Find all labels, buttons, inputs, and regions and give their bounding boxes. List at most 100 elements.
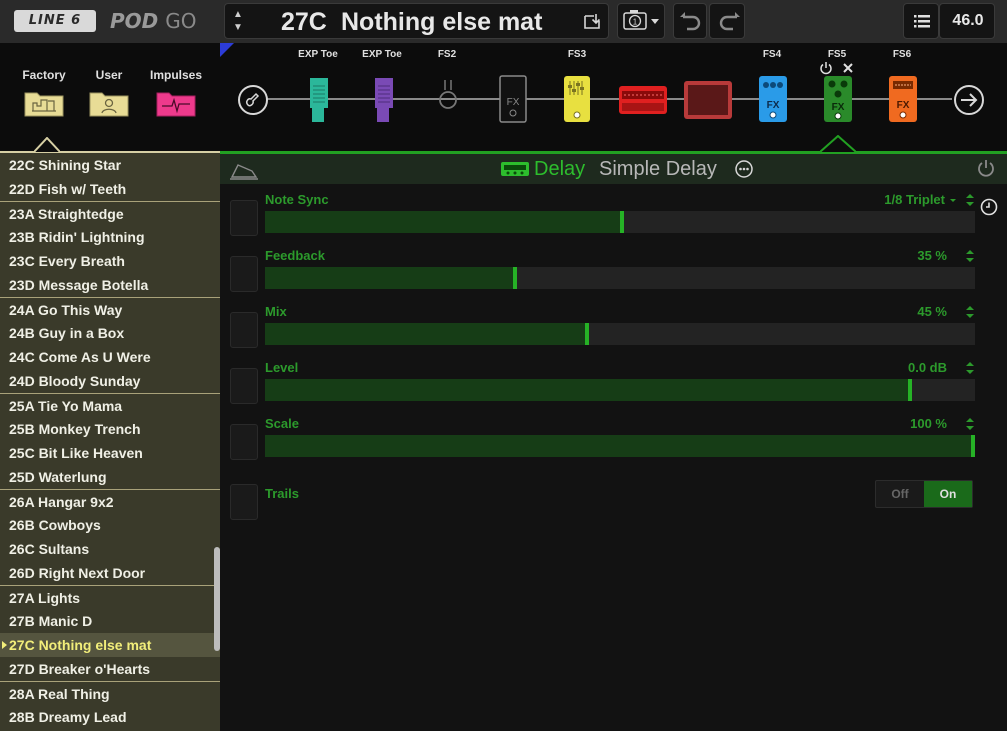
param-slider[interactable]	[265, 435, 975, 457]
tempo-display[interactable]: 46.0	[939, 3, 995, 39]
preset-list-item[interactable]: 22C Shining Star	[0, 153, 220, 177]
preset-list[interactable]: 22C Shining Star 22D Fish w/ Teeth 23A Str…	[0, 153, 220, 731]
param-assign-box[interactable]	[230, 200, 258, 236]
param-label: Note Sync	[265, 192, 329, 207]
param-slider-thumb[interactable]	[908, 379, 912, 401]
param-slider[interactable]	[265, 267, 975, 289]
save-icon[interactable]	[582, 12, 602, 32]
tab-impulses[interactable]: Impulses	[141, 67, 211, 122]
block-delete-icon[interactable]	[842, 62, 854, 74]
param-label: Mix	[265, 304, 287, 319]
up-down-stepper-icon[interactable]	[965, 360, 975, 376]
preset-list-item[interactable]: 27A Lights	[0, 585, 220, 609]
cab-block[interactable]	[683, 80, 733, 120]
trails-assign-box[interactable]	[230, 484, 258, 520]
preset-list-item[interactable]: 24D Bloody Sunday	[0, 369, 220, 393]
trails-off-option[interactable]: Off	[876, 481, 924, 507]
param-assign-box[interactable]	[230, 256, 258, 292]
param-slider-thumb[interactable]	[971, 435, 975, 457]
compressor-block[interactable]	[563, 75, 591, 123]
param-value[interactable]: 35 %	[917, 248, 947, 264]
up-down-stepper-icon[interactable]	[965, 304, 975, 320]
block-type-label[interactable]: Delay	[534, 156, 585, 182]
param-slider-fill	[265, 379, 908, 401]
preset-list-item[interactable]: 23A Straightedge	[0, 201, 220, 225]
factory-folder-icon	[24, 92, 64, 117]
param-slider-thumb[interactable]	[513, 267, 517, 289]
empty-fx-text: FX	[507, 97, 520, 108]
preset-list-item[interactable]: 22D Fish w/ Teeth	[0, 177, 220, 201]
param-assign-box[interactable]	[230, 368, 258, 404]
fx-block-fs6[interactable]: FX	[888, 75, 918, 123]
preset-list-item[interactable]: 23B Ridin' Lightning	[0, 225, 220, 249]
tempo-sync-clock-icon[interactable]	[980, 198, 998, 216]
preset-list-item[interactable]: 26B Cowboys	[0, 513, 220, 537]
preset-list-item[interactable]: 26C Sultans	[0, 537, 220, 561]
preset-list-item[interactable]: 26D Right Next Door	[0, 561, 220, 585]
preset-list-item[interactable]: 28B Dreamy Lead	[0, 705, 220, 729]
fx-block-fs4[interactable]: FX	[758, 75, 788, 123]
preset-list-item[interactable]: 23D Message Botella	[0, 273, 220, 297]
empty-slot-icon[interactable]	[437, 78, 459, 114]
preset-list-item[interactable]: 25B Monkey Trench	[0, 417, 220, 441]
param-value[interactable]: 1/8 Triplet	[884, 192, 945, 208]
param-value[interactable]: 100 %	[910, 416, 947, 432]
wah-pedal-block[interactable]	[308, 76, 330, 124]
delay-block-selected[interactable]: FX	[823, 75, 853, 123]
more-options-icon[interactable]	[735, 160, 753, 178]
preset-list-item[interactable]: 27B Manic D	[0, 609, 220, 633]
amp-block[interactable]	[618, 85, 668, 115]
preset-list-item[interactable]: 24C Come As U Were	[0, 345, 220, 369]
param-slider[interactable]	[265, 323, 975, 345]
top-bar: LINE 6 POD GO ▲▼ 27C Nothing else mat 1	[0, 0, 1007, 43]
block-bypass-power-icon[interactable]	[977, 158, 995, 178]
param-value[interactable]: 0.0 dB	[908, 360, 947, 376]
param-assign-box[interactable]	[230, 424, 258, 460]
pod-go-logo: POD GO	[110, 9, 196, 33]
tab-factory[interactable]: Factory	[9, 67, 79, 122]
preset-list-item[interactable]: 28A Real Thing	[0, 681, 220, 705]
preset-list-item[interactable]: 27C Nothing else mat	[0, 633, 220, 657]
up-down-stepper-icon[interactable]	[965, 192, 975, 208]
preset-list-item[interactable]: 27D Breaker o'Hearts	[0, 657, 220, 681]
param-slider[interactable]	[265, 379, 975, 401]
param-slider-thumb[interactable]	[620, 211, 624, 233]
preset-list-item[interactable]: 23C Every Breath	[0, 249, 220, 273]
preset-list-item[interactable]: 26A Hangar 9x2	[0, 489, 220, 513]
dropdown-arrow-icon[interactable]	[949, 192, 957, 208]
trails-on-option[interactable]: On	[924, 481, 972, 507]
param-value[interactable]: 45 %	[917, 304, 947, 320]
delay-type-icon	[501, 162, 529, 176]
empty-fx-block[interactable]: FX	[499, 75, 527, 123]
preset-list-item[interactable]: 25A Tie Yo Mama	[0, 393, 220, 417]
tab-user[interactable]: User	[74, 67, 144, 122]
pedal-assign-icon[interactable]	[228, 161, 260, 181]
block-power-icon[interactable]	[819, 61, 833, 75]
param-assign-box[interactable]	[230, 312, 258, 348]
redo-button[interactable]	[709, 3, 745, 39]
logo-go-text: GO	[165, 9, 197, 33]
snapshot-button[interactable]: 1	[617, 3, 665, 39]
preset-list-item[interactable]: 24B Guy in a Box	[0, 321, 220, 345]
param-slider[interactable]	[265, 211, 975, 233]
input-guitar-icon[interactable]	[237, 84, 269, 116]
browser-header: Factory User Impulses	[0, 43, 220, 153]
preset-list-item[interactable]: 25D Waterlung	[0, 465, 220, 489]
preset-selector[interactable]: ▲ ▼ 27C Nothing else mat	[224, 3, 609, 39]
impulses-folder-icon	[156, 92, 196, 117]
preset-list-item[interactable]: 24A Go This Way	[0, 297, 220, 321]
up-down-stepper-icon[interactable]	[965, 416, 975, 432]
trails-toggle[interactable]: Off On	[875, 480, 973, 508]
undo-icon	[680, 12, 701, 31]
label-exp-toe-1: EXP Toe	[298, 49, 338, 60]
block-model-label[interactable]: Simple Delay	[599, 156, 717, 182]
up-down-stepper-icon[interactable]	[965, 248, 975, 264]
undo-button[interactable]	[673, 3, 707, 39]
param-slider-thumb[interactable]	[585, 323, 589, 345]
output-arrow-icon[interactable]	[953, 84, 985, 116]
volume-pedal-block[interactable]	[373, 76, 395, 124]
param-row: Feedback 35 %	[230, 248, 975, 292]
preset-up-down-arrows[interactable]: ▲ ▼	[231, 8, 245, 36]
list-view-button[interactable]	[903, 3, 939, 39]
preset-list-item[interactable]: 25C Bit Like Heaven	[0, 441, 220, 465]
